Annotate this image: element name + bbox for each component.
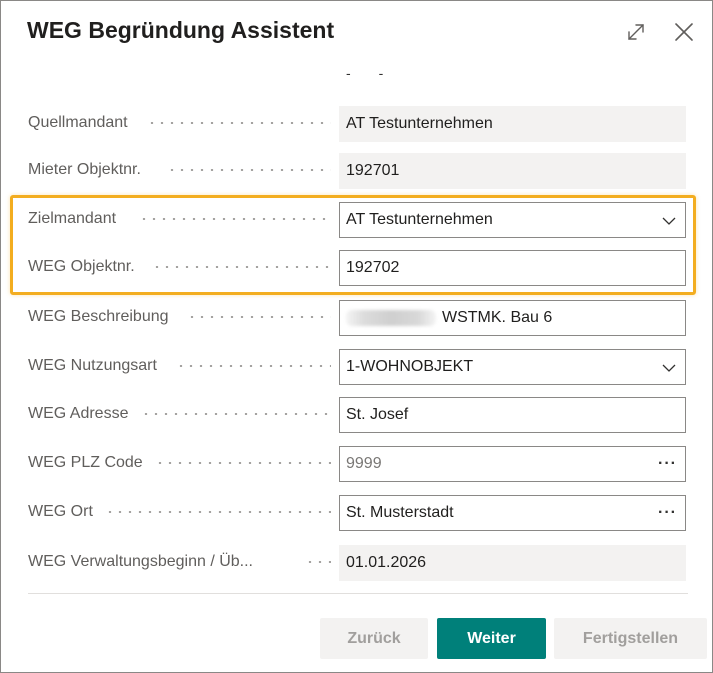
section-stub: -- (346, 65, 411, 81)
next-button[interactable]: Weiter (437, 618, 546, 659)
field-row-quellmandant: Quellmandant AT Testunternehmen (1, 104, 713, 142)
weg-beschreibung-value: WSTMK. Bau 6 (442, 309, 553, 326)
field-label: Mieter Objektnr. (28, 161, 141, 178)
leader-dots (105, 511, 331, 513)
field-row-weg-verwaltungsbeginn: WEG Verwaltungsbeginn / Üb... 01.01.2026 (1, 543, 713, 581)
field-row-weg-nutzungsart: WEG Nutzungsart 1-WOHNOBJEKT (1, 347, 713, 385)
field-label: Zielmandant (28, 210, 117, 227)
weg-verwaltungsbeginn-value: 01.01.2026 (339, 545, 686, 581)
leader-dots (147, 122, 331, 124)
redacted-text (346, 309, 436, 326)
dialog: WEG Begründung Assistent -- Quellmandant… (0, 0, 713, 673)
weg-ort-input[interactable]: St. Musterstadt ··· (339, 495, 686, 531)
field-label: WEG Nutzungsart (28, 357, 157, 374)
field-label: WEG PLZ Code (28, 454, 143, 471)
field-label: Quellmandant (28, 114, 128, 131)
field-label: WEG Beschreibung (28, 308, 169, 325)
field-label: WEG Verwaltungsbeginn / Üb... (28, 553, 253, 570)
stub-dash: - (378, 65, 386, 81)
stub-dash: - (346, 65, 353, 81)
weg-objektnr-input[interactable]: 192702 (339, 250, 686, 286)
leader-dots (187, 316, 331, 318)
quellmandant-value: AT Testunternehmen (339, 106, 686, 142)
close-icon[interactable] (671, 19, 697, 45)
dialog-title: WEG Begründung Assistent (27, 17, 335, 43)
zielmandant-value: AT Testunternehmen (346, 211, 493, 228)
field-label: WEG Objektnr. (28, 258, 135, 275)
field-label: WEG Adresse (28, 405, 129, 422)
field-row-zielmandant: Zielmandant AT Testunternehmen (1, 200, 713, 238)
back-button[interactable]: Zurück (320, 618, 428, 659)
divider (28, 593, 688, 594)
weg-plz-code-value: 9999 (346, 455, 382, 472)
weg-adresse-input[interactable]: St. Josef (339, 397, 686, 433)
zielmandant-dropdown[interactable]: AT Testunternehmen (339, 202, 686, 238)
leader-dots (141, 413, 331, 415)
weg-plz-code-input[interactable]: 9999 ··· (339, 446, 686, 482)
weg-nutzungsart-value: 1-WOHNOBJEKT (346, 358, 474, 375)
leader-dots (139, 218, 331, 220)
leader-dots (155, 462, 331, 464)
chevron-down-icon[interactable] (661, 360, 677, 376)
chevron-down-icon[interactable] (661, 213, 677, 229)
field-row-weg-objektnr: WEG Objektnr. 192702 (1, 248, 713, 286)
field-row-weg-ort: WEG Ort St. Musterstadt ··· (1, 493, 713, 531)
leader-dots (176, 365, 331, 367)
expand-icon[interactable] (623, 19, 649, 45)
finish-button[interactable]: Fertigstellen (554, 618, 707, 659)
field-row-weg-plz-code: WEG PLZ Code 9999 ··· (1, 444, 713, 482)
field-row-weg-beschreibung: WEG Beschreibung WSTMK. Bau 6 (1, 298, 713, 336)
leader-dots (152, 266, 331, 268)
field-row-mieter-objektnr: Mieter Objektnr. 192701 (1, 151, 713, 189)
mieter-objektnr-value: 192701 (339, 153, 686, 189)
leader-dots (167, 169, 331, 171)
lookup-ellipsis-icon[interactable]: ··· (658, 447, 677, 481)
field-row-weg-adresse: WEG Adresse St. Josef (1, 395, 713, 433)
weg-ort-value: St. Musterstadt (346, 504, 454, 521)
field-label: WEG Ort (28, 503, 93, 520)
weg-nutzungsart-dropdown[interactable]: 1-WOHNOBJEKT (339, 349, 686, 385)
lookup-ellipsis-icon[interactable]: ··· (658, 496, 677, 530)
weg-beschreibung-input[interactable]: WSTMK. Bau 6 (339, 300, 686, 336)
leader-dots (305, 561, 331, 563)
